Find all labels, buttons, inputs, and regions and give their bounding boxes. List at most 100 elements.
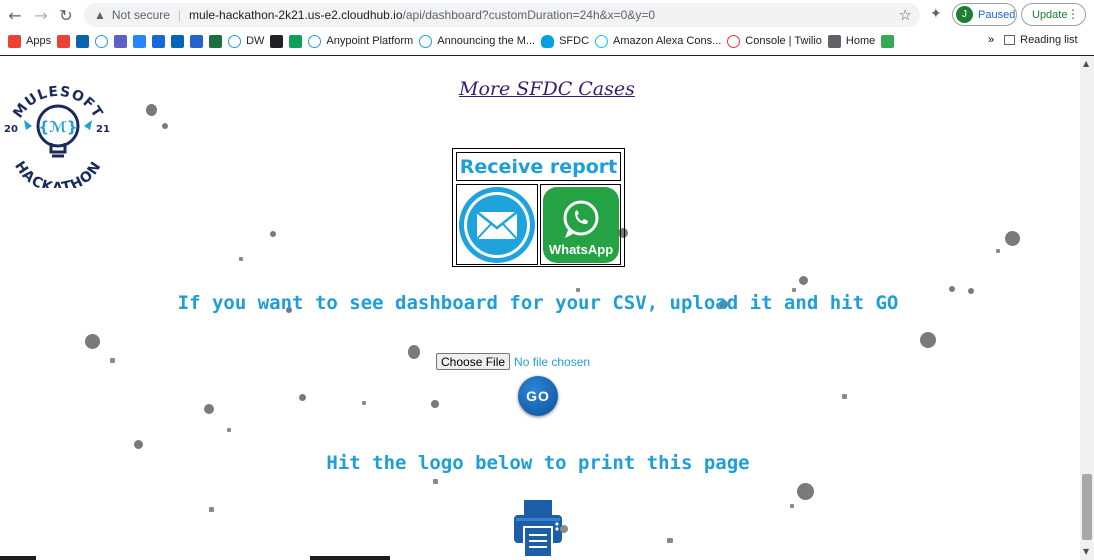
- logo-top-text: MULESOFT: [10, 84, 105, 122]
- update-button[interactable]: Update ⋮: [1021, 3, 1086, 26]
- back-arrow-icon[interactable]: ←: [2, 2, 28, 28]
- csv-upload-heading: If you want to see dashboard for your CS…: [177, 292, 899, 314]
- background-speck: [920, 332, 936, 348]
- background-speck: [431, 400, 439, 408]
- background-speck: [204, 404, 214, 414]
- alexa-icon: [595, 34, 609, 48]
- warning-triangle-icon[interactable]: ▲: [94, 8, 106, 22]
- bookmark-item[interactable]: Apps: [8, 31, 51, 51]
- cb-icon: [270, 34, 284, 48]
- background-speck: [299, 394, 306, 401]
- bookmarks-bar: Apps DW Anypoint Platform Announcing the M.…: [0, 30, 1094, 52]
- logo-year-right: 21: [96, 124, 110, 135]
- bookmark-item[interactable]: Console | Twilio: [727, 31, 822, 51]
- bookmark-star-icon[interactable]: ☆: [899, 6, 912, 24]
- bookmark-item[interactable]: [114, 31, 128, 51]
- bookmark-item[interactable]: [270, 31, 284, 51]
- page-scrollbar[interactable]: ▲ ▼: [1080, 56, 1094, 560]
- background-speck: [667, 538, 673, 543]
- background-speck: [799, 276, 808, 285]
- background-speck: [162, 123, 168, 129]
- bookmark-item[interactable]: [133, 31, 147, 51]
- svg-text:MULESOFT: MULESOFT: [10, 84, 106, 122]
- background-speck: [227, 428, 231, 432]
- home-eye-icon: [827, 34, 841, 48]
- more-sfdc-cases-link[interactable]: More SFDC Cases: [459, 78, 635, 100]
- go-button[interactable]: GO: [518, 376, 558, 416]
- no-file-label: No file chosen: [514, 354, 591, 369]
- teams-icon: [114, 34, 128, 48]
- print-heading: Hit the logo below to print this page: [326, 452, 750, 474]
- reading-list-button[interactable]: Reading list: [1020, 34, 1077, 46]
- bottom-strip-segment: [390, 556, 1080, 560]
- file-upload-control: Choose File No file chosen: [436, 353, 590, 370]
- extensions-puzzle-icon[interactable]: ✦: [930, 6, 942, 22]
- bookmark-item[interactable]: Home: [827, 31, 876, 51]
- scrollbar-thumb[interactable]: [1082, 474, 1092, 540]
- background-speck: [362, 401, 366, 405]
- bookmark-item[interactable]: [76, 31, 90, 51]
- bookmark-item[interactable]: SFDC: [541, 31, 589, 51]
- background-speck: [408, 345, 420, 359]
- bookmark-label: Console | Twilio: [745, 35, 822, 47]
- bookmark-label: Home: [845, 35, 876, 47]
- printer-icon[interactable]: [512, 499, 568, 560]
- scroll-up-arrow-icon[interactable]: ▲: [1083, 59, 1089, 68]
- background-speck: [842, 394, 847, 399]
- bookmark-item[interactable]: DW: [228, 31, 264, 51]
- mulesoft-icon: [228, 34, 242, 48]
- bookmark-item[interactable]: [95, 31, 109, 51]
- whatsapp-icon[interactable]: WhatsApp: [542, 186, 620, 264]
- update-label: Update: [1032, 8, 1068, 21]
- browser-toolbar: ← → ↻ ▲ Not secure | mule-hackathon-2k21…: [0, 0, 1094, 30]
- email-icon[interactable]: [457, 185, 537, 265]
- green-square-icon: [881, 34, 895, 48]
- reload-icon[interactable]: ↻: [53, 2, 79, 28]
- jira-icon: [133, 34, 147, 48]
- page-content: MULESOFT HACKATHON 20 21 {ℳ} More SFDC C…: [0, 56, 1080, 560]
- email-report-cell: [456, 184, 538, 265]
- scroll-down-arrow-icon[interactable]: ▼: [1083, 547, 1089, 556]
- gmail-icon: [57, 34, 71, 48]
- bookmark-item[interactable]: [190, 31, 204, 51]
- twilio-icon: [727, 34, 741, 48]
- bottom-strip: [0, 556, 1080, 560]
- bookmark-item[interactable]: [152, 31, 166, 51]
- security-label[interactable]: Not secure: [112, 8, 170, 22]
- logo-year-left: 20: [4, 124, 18, 135]
- salesforce-cloud-icon: [541, 34, 555, 48]
- bookmark-item[interactable]: Announcing the M...: [419, 31, 535, 51]
- planner-icon: [190, 34, 204, 48]
- bookmark-item[interactable]: [209, 31, 223, 51]
- confluence-icon: [152, 34, 166, 48]
- kebab-menu-icon[interactable]: ⋮: [1067, 7, 1079, 21]
- background-speck: [209, 507, 214, 512]
- mulesoft-icon: [95, 34, 109, 48]
- mulesoft-icon: [419, 34, 433, 48]
- choose-file-button[interactable]: Choose File: [436, 353, 511, 370]
- apps-grid-icon: [8, 34, 21, 48]
- receive-report-heading: Receive report: [456, 152, 621, 181]
- bookmark-label: SFDC: [559, 35, 590, 47]
- background-speck: [110, 358, 115, 363]
- profile-button[interactable]: J Paused: [952, 3, 1017, 26]
- address-bar[interactable]: ▲ Not secure | mule-hackathon-2k21.us-e2…: [84, 3, 920, 27]
- whatsapp-report-cell: WhatsApp: [540, 184, 621, 265]
- bookmarks-overflow-chevron-icon[interactable]: »: [988, 34, 994, 46]
- bookmark-item[interactable]: Amazon Alexa Cons...: [595, 31, 721, 51]
- logo-bottom-text: HACKATHON: [11, 159, 104, 197]
- lightbulb-icon: {ℳ}: [24, 104, 92, 158]
- svg-text:{ℳ}: {ℳ}: [38, 118, 77, 136]
- avatar: J: [956, 6, 973, 23]
- background-speck: [996, 249, 1000, 253]
- bookmark-item[interactable]: Anypoint Platform: [308, 31, 413, 51]
- background-speck: [790, 504, 794, 508]
- bookmark-item[interactable]: [57, 31, 71, 51]
- mulesoft-hackathon-logo: MULESOFT HACKATHON 20 21 {ℳ}: [2, 76, 114, 197]
- bookmark-item[interactable]: [881, 31, 895, 51]
- bookmark-item[interactable]: [171, 31, 185, 51]
- background-speck: [797, 483, 814, 500]
- receive-report-table: Receive report WhatsApp: [452, 148, 625, 267]
- forward-arrow-icon[interactable]: →: [28, 2, 54, 28]
- bookmark-item[interactable]: [289, 31, 303, 51]
